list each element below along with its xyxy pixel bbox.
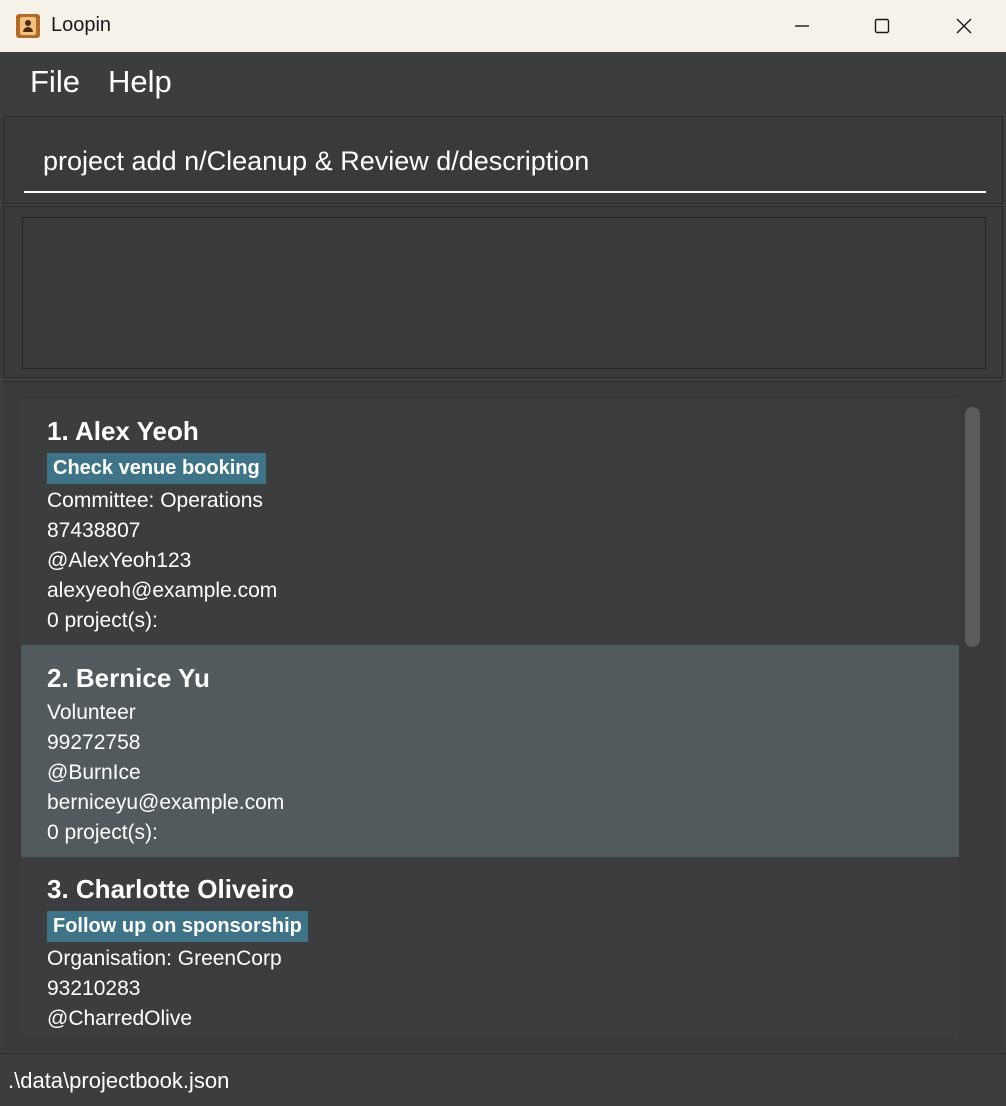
person-role: Volunteer xyxy=(47,701,136,724)
person-handle: @BurnIce xyxy=(47,761,141,784)
maximize-icon xyxy=(874,18,890,34)
command-input[interactable] xyxy=(24,131,986,193)
person-tag: Follow up on sponsorship xyxy=(47,911,308,942)
person-projects: 0 project(s): xyxy=(47,609,158,632)
title-bar: Loopin xyxy=(0,0,1006,52)
menu-bar: File Help xyxy=(0,52,1006,114)
person-projects: 0 project(s): xyxy=(47,821,158,844)
person-phone: 93210283 xyxy=(47,977,141,1000)
person-handle: @AlexYeoh123 xyxy=(47,549,192,572)
minimize-icon xyxy=(795,25,809,27)
status-bar: .\data\projectbook.json xyxy=(0,1053,1006,1106)
menu-file[interactable]: File xyxy=(30,64,80,100)
person-role: Committee: Operations xyxy=(47,489,263,512)
close-button[interactable] xyxy=(924,0,1004,52)
menu-help[interactable]: Help xyxy=(108,64,172,100)
person-list[interactable]: 1. Alex Yeoh Check venue booking Committ… xyxy=(21,399,959,1036)
person-card-selected[interactable]: 2. Bernice Yu Volunteer 99272758 @BurnIc… xyxy=(21,645,959,857)
person-email: alexyeoh@example.com xyxy=(47,579,278,602)
minimize-button[interactable] xyxy=(762,0,842,52)
maximize-button[interactable] xyxy=(842,0,922,52)
person-handle: @CharredOlive xyxy=(47,1007,193,1030)
person-list-panel: 1. Alex Yeoh Check venue booking Committ… xyxy=(3,381,1003,1051)
person-name: 3. Charlotte Oliveiro xyxy=(47,874,295,904)
close-icon xyxy=(956,18,972,34)
person-name: 1. Alex Yeoh xyxy=(47,416,199,446)
window-title: Loopin xyxy=(51,14,112,36)
contact-book-icon xyxy=(16,14,40,38)
list-scrollbar[interactable] xyxy=(961,399,983,1036)
scrollbar-thumb[interactable] xyxy=(965,407,980,647)
person-email: berniceyu@example.com xyxy=(47,791,285,814)
person-phone: 99272758 xyxy=(47,731,141,754)
result-display[interactable] xyxy=(22,217,986,369)
person-role: Organisation: GreenCorp xyxy=(47,947,282,970)
person-tag: Check venue booking xyxy=(47,453,266,484)
person-phone: 87438807 xyxy=(47,519,141,542)
command-panel xyxy=(3,116,1003,204)
status-file-path: .\data\projectbook.json xyxy=(8,1068,230,1093)
person-card[interactable]: 1. Alex Yeoh Check venue booking Committ… xyxy=(21,399,959,645)
person-card[interactable]: 3. Charlotte Oliveiro Follow up on spons… xyxy=(21,857,959,1036)
person-name: 2. Bernice Yu xyxy=(47,663,210,693)
result-panel xyxy=(3,206,1003,378)
